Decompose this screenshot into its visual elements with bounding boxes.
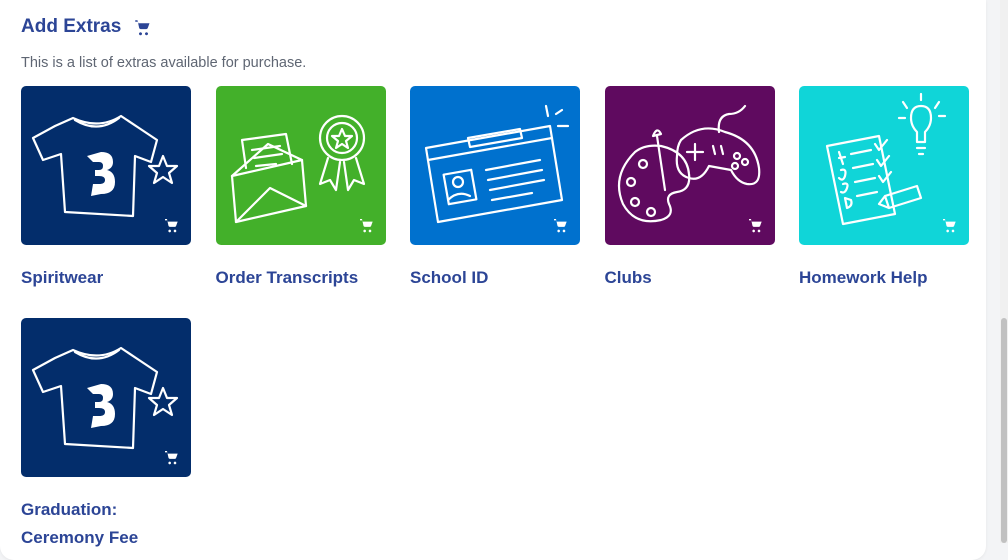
shopping-cart-icon: [359, 219, 373, 233]
extra-tile[interactable]: [215, 86, 386, 245]
extras-grid: Spiritwear Order Transcripts School ID C…: [21, 86, 969, 552]
page-subtitle: This is a list of extras available for p…: [21, 55, 307, 71]
extra-label[interactable]: School ID: [410, 264, 580, 292]
extra-tile[interactable]: [604, 86, 775, 245]
shopping-cart-icon: [943, 219, 956, 233]
shopping-cart-icon: [748, 219, 762, 233]
extra-label[interactable]: Order Transcripts: [216, 264, 386, 292]
shopping-cart-icon: [165, 219, 178, 233]
extra-label[interactable]: Graduation: Ceremony Fee: [21, 496, 171, 552]
extra-label[interactable]: Clubs: [605, 264, 775, 292]
extra-tile[interactable]: [410, 86, 580, 245]
shopping-cart-icon: [165, 451, 178, 465]
page-scrollbar[interactable]: [1000, 0, 1008, 543]
extra-card-graduation-ceremony-fee[interactable]: Graduation: Ceremony Fee: [21, 318, 191, 552]
page-title: Add Extras: [21, 16, 122, 37]
extra-label[interactable]: Spiritwear: [21, 264, 191, 292]
scrollbar-thumb[interactable]: [1001, 318, 1007, 543]
extra-card-school-id[interactable]: School ID: [410, 86, 580, 292]
extra-card-homework-help[interactable]: Homework Help: [799, 86, 969, 292]
extras-header: Add Extras: [21, 16, 151, 38]
shopping-cart-icon: [133, 18, 151, 36]
shopping-cart-icon: [554, 219, 567, 233]
extra-card-clubs[interactable]: Clubs: [604, 86, 775, 292]
extra-card-spiritwear[interactable]: Spiritwear: [21, 86, 191, 292]
extra-tile[interactable]: [21, 86, 191, 245]
extra-tile[interactable]: [21, 318, 191, 477]
extra-label[interactable]: Homework Help: [799, 264, 969, 292]
extras-panel: Add Extras This is a list of extras avai…: [0, 0, 986, 560]
extra-card-order-transcripts[interactable]: Order Transcripts: [215, 86, 386, 292]
extra-tile[interactable]: [799, 86, 969, 245]
